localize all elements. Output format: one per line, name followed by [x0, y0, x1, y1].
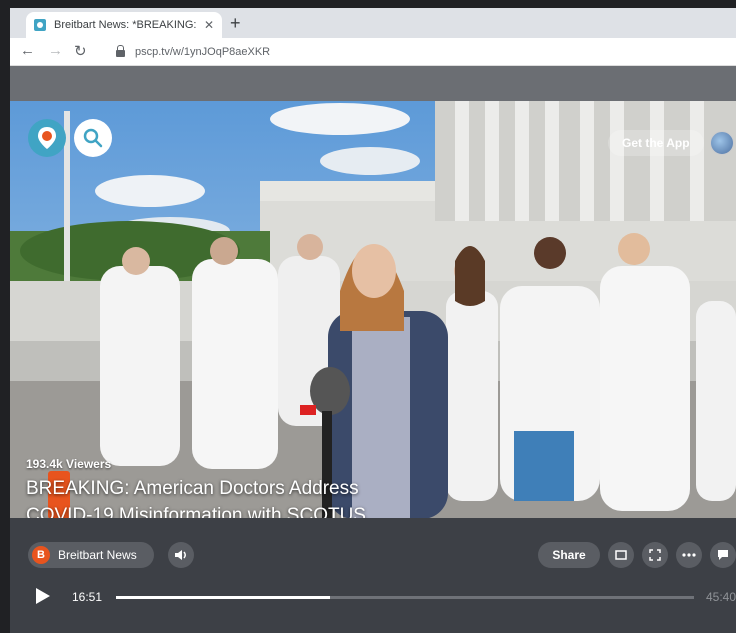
user-avatar[interactable]: [710, 131, 734, 155]
tab-strip: Breitbart News: *BREAKING: Ame ✕ +: [10, 8, 736, 38]
get-the-app-button[interactable]: Get the App: [608, 130, 704, 156]
lock-icon: [116, 45, 125, 57]
fullscreen-button[interactable]: [642, 542, 668, 568]
play-icon[interactable]: [36, 588, 50, 604]
url-text: pscp.tv/w/1ynJOqP8aeXKR: [135, 46, 271, 58]
player-controls-bar: [10, 518, 736, 633]
fullscreen-icon: [649, 549, 661, 561]
video-frame-image: [10, 101, 736, 519]
back-arrow-icon[interactable]: ←: [20, 42, 35, 59]
breitbart-logo-icon: B: [32, 546, 50, 564]
forward-arrow-icon[interactable]: →: [48, 42, 63, 59]
volume-icon: [175, 550, 186, 560]
channel-name: Breitbart News: [58, 548, 137, 562]
search-icon: [83, 128, 103, 148]
tab-title: Breitbart News: *BREAKING: Ame: [54, 19, 198, 31]
browser-window: Breitbart News: *BREAKING: Ame ✕ + ← → ↻…: [0, 0, 736, 633]
browser-toolbar: ← → ↻ pscp.tv/w/1ynJOqP8aeXKR: [10, 38, 736, 66]
more-options-button[interactable]: [676, 542, 702, 568]
progress-slider[interactable]: [116, 596, 694, 599]
broadcast-title: BREAKING: American Doctors Address COVID…: [26, 478, 366, 519]
close-tab-icon[interactable]: ✕: [204, 18, 214, 32]
video-player[interactable]: Get the App 193.4k Viewers BREAKING: Ame…: [10, 101, 736, 519]
viewer-count: 193.4k Viewers: [26, 457, 112, 471]
share-button[interactable]: Share: [538, 542, 600, 568]
total-time: 45:40: [706, 590, 736, 604]
volume-button[interactable]: [168, 542, 194, 568]
search-button[interactable]: [74, 119, 112, 157]
progress-fill: [116, 596, 330, 599]
periscope-pin-icon: [38, 127, 56, 149]
window-icon: [615, 550, 627, 560]
periscope-page: Get the App 193.4k Viewers BREAKING: Ame…: [10, 66, 736, 633]
periscope-favicon-icon: [34, 19, 46, 31]
more-icon: [682, 553, 696, 557]
current-time: 16:51: [72, 590, 103, 604]
new-tab-button[interactable]: +: [230, 13, 241, 34]
window-mode-button[interactable]: [608, 542, 634, 568]
chat-button[interactable]: [710, 542, 736, 568]
channel-button[interactable]: B Breitbart News: [28, 542, 154, 568]
chat-icon: [718, 550, 728, 560]
address-bar[interactable]: pscp.tv/w/1ynJOqP8aeXKR: [106, 41, 726, 63]
browser-tab[interactable]: Breitbart News: *BREAKING: Ame ✕: [26, 12, 222, 38]
periscope-logo-icon[interactable]: [28, 119, 66, 157]
reload-icon[interactable]: ↻: [74, 42, 87, 60]
